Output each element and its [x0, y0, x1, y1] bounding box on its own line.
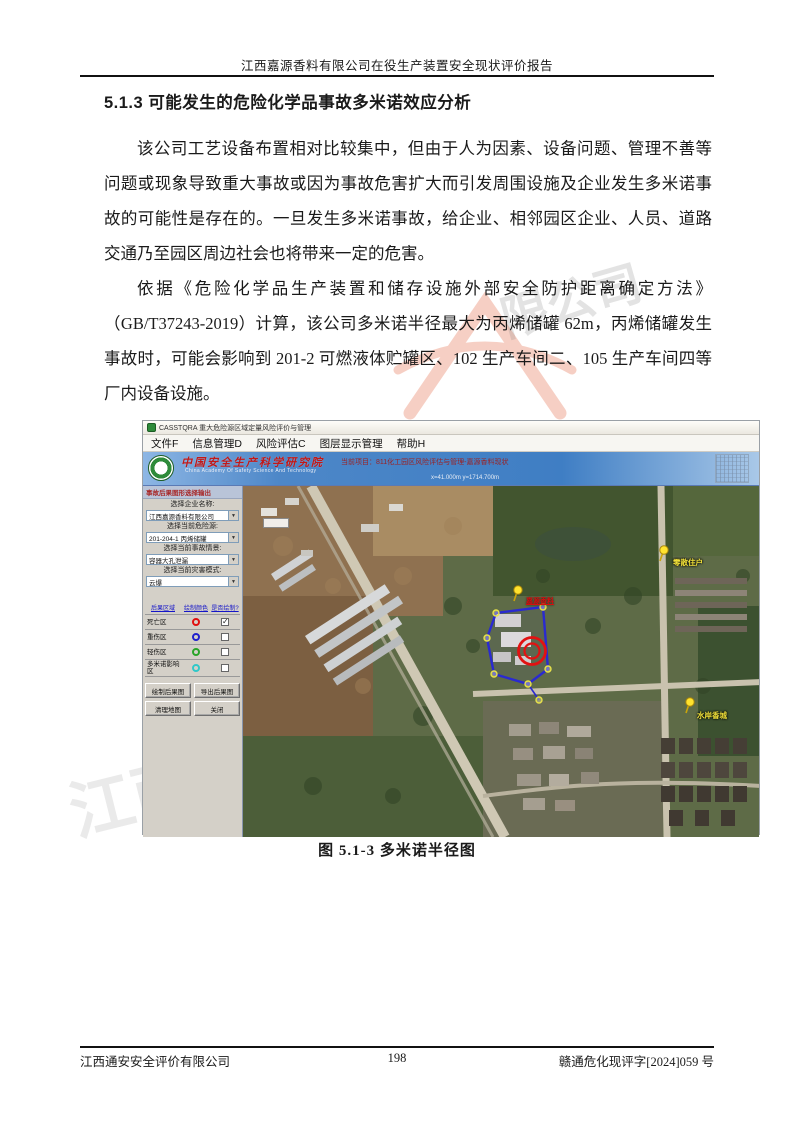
zone-header-color[interactable]: 绘制颜色 [181, 603, 211, 612]
zone-row-domino: 多米诺影响区 [145, 660, 240, 677]
zone-color-swatch [192, 664, 200, 672]
app-content: 事故后果图形选择输出 选择企业名称: 江西嘉源香料有限公司 ▼ 选择当前危险源:… [143, 485, 759, 837]
hazard-source-select[interactable]: 201-204-1 丙烯储罐 ▼ [146, 532, 239, 543]
casstqra-app-window: CASSTQRA 重大危险源区域定量风险评价与管理 文件F 信息管理D 风险评估… [142, 420, 760, 835]
zone-color-swatch [192, 648, 200, 656]
zone-label: 多米诺影响区 [145, 661, 181, 675]
paragraph-1: 该公司工艺设备布置相对比较集中，但由于人为因素、设备问题、管理不善等问题或现象导… [104, 131, 712, 271]
zone-label: 轻伤区 [145, 649, 181, 656]
accident-scenario-label: 选择当前事故情景: [143, 545, 242, 553]
paragraph-2: 依据《危险化学品生产装置和储存设施外部安全防护距离确定方法》（GB/T37243… [104, 271, 712, 411]
section-heading: 5.1.3 可能发生的危险化学品事故多米诺效应分析 [104, 89, 734, 113]
satellite-map[interactable] [243, 486, 759, 837]
header-rule [80, 75, 714, 77]
export-consequence-button[interactable]: 导出后果图 [194, 683, 240, 698]
body-text: 该公司工艺设备布置相对比较集中，但由于人为因素、设备问题、管理不善等问题或现象导… [104, 131, 712, 411]
chevron-down-icon[interactable]: ▼ [228, 555, 238, 564]
app-icon [147, 423, 156, 432]
zone-checkbox[interactable] [221, 648, 229, 656]
figure-caption: 图 5.1-3 多米诺半径图 [0, 839, 794, 860]
enterprise-name-value: 江西嘉源香料有限公司 [147, 511, 228, 521]
accident-scenario-value: 容器大孔泄漏 [147, 555, 228, 565]
zone-table: 死亡区 重伤区 轻伤区 多米诺影响区 [145, 614, 240, 677]
disaster-mode-select[interactable]: 云爆 ▼ [146, 576, 239, 587]
footer-doc-number: 赣通危化现评字[2024]059 号 [559, 1051, 714, 1070]
panel-title: 事故后果图形选择输出 [143, 486, 242, 499]
banner-cursor-coords: x=41.000m y=1714.700m [431, 475, 499, 481]
close-button[interactable]: 关闭 [194, 701, 240, 716]
chevron-down-icon[interactable]: ▼ [228, 511, 238, 520]
zone-checkbox[interactable] [221, 618, 229, 626]
draw-consequence-button[interactable]: 绘制后果图 [145, 683, 191, 698]
zone-header-area[interactable]: 后果区域 [145, 603, 181, 612]
zone-row-serious-injury: 重伤区 [145, 630, 240, 645]
zone-checkbox[interactable] [221, 664, 229, 672]
casst-logo-icon [148, 455, 174, 481]
menu-risk-assessment[interactable]: 风险评估C [256, 436, 306, 451]
page-header-title: 江西嘉源香料有限公司在役生产装置安全现状评价报告 [0, 55, 794, 74]
zone-color-swatch [192, 633, 200, 641]
chevron-down-icon[interactable]: ▼ [228, 533, 238, 542]
hazard-source-label: 选择当前危险源: [143, 523, 242, 531]
banner-current-project: 当前项目：811化工园区风险评估与管理-嘉源香料现状 [341, 457, 509, 467]
banner-building-photo [715, 454, 749, 483]
enterprise-name-label: 选择企业名称: [143, 501, 242, 509]
disaster-mode-value: 云爆 [147, 577, 228, 587]
hazard-source-value: 201-204-1 丙烯储罐 [147, 533, 228, 543]
app-titlebar[interactable]: CASSTQRA 重大危险源区域定量风险评价与管理 [143, 421, 759, 435]
zone-header-draw[interactable]: 是否绘制? [211, 603, 239, 612]
chevron-down-icon[interactable]: ▼ [228, 577, 238, 586]
disaster-mode-label: 选择当前灾害模式: [143, 567, 242, 575]
enterprise-name-select[interactable]: 江西嘉源香料有限公司 ▼ [146, 510, 239, 521]
app-title: CASSTQRA 重大危险源区域定量风险评价与管理 [159, 423, 311, 433]
banner-org-name-en: China Academy Of Safety Science And Tech… [185, 468, 316, 474]
map-label-residents: 零散住户 [673, 557, 703, 568]
footer-rule [80, 1046, 714, 1048]
zone-color-swatch [192, 618, 200, 626]
clear-map-button[interactable]: 清理地图 [145, 701, 191, 716]
consequence-output-panel: 事故后果图形选择输出 选择企业名称: 江西嘉源香料有限公司 ▼ 选择当前危险源:… [143, 486, 243, 837]
zone-row-death: 死亡区 [145, 615, 240, 630]
map-label-estate: 水岸香城 [697, 710, 727, 721]
accident-scenario-select[interactable]: 容器大孔泄漏 ▼ [146, 554, 239, 565]
app-menubar: 文件F 信息管理D 风险评估C 图层显示管理 帮助H [143, 435, 759, 452]
menu-file[interactable]: 文件F [151, 436, 178, 451]
map-label-company: 嘉源香料 [526, 596, 554, 606]
panel-buttons: 绘制后果图 导出后果图 清理地图 关闭 [145, 683, 240, 716]
zone-label: 重伤区 [145, 634, 181, 641]
menu-help[interactable]: 帮助H [397, 436, 426, 451]
menu-info-management[interactable]: 信息管理D [192, 436, 242, 451]
zone-table-header: 后果区域 绘制颜色 是否绘制? [143, 603, 242, 612]
zone-label: 死亡区 [145, 619, 181, 626]
map-scale-box [263, 518, 289, 528]
app-banner: 中国安全生产科学研究院 China Academy Of Safety Scie… [143, 452, 759, 485]
zone-checkbox[interactable] [221, 633, 229, 641]
menu-layer-display[interactable]: 图层显示管理 [320, 436, 383, 451]
report-page: 限公司 江西 江西嘉源香料有限公司在役生产装置安全现状评价报告 5.1.3 可能… [0, 0, 794, 1123]
map-viewport[interactable]: 嘉源香料 零散住户 水岸香城 [243, 486, 759, 837]
zone-row-light-injury: 轻伤区 [145, 645, 240, 660]
